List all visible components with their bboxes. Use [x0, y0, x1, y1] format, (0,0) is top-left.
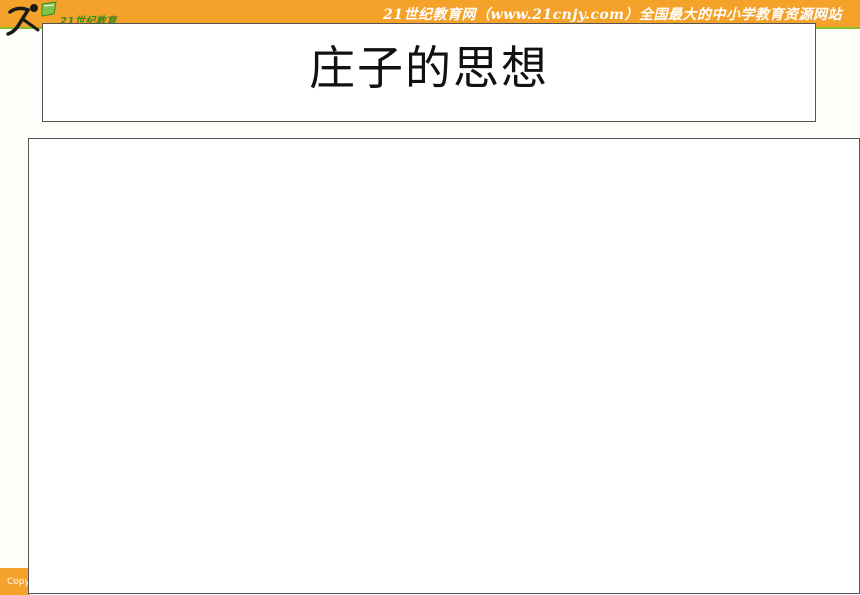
slide-title: 庄子的思想: [309, 41, 549, 95]
footer-copyright: Copyright: [7, 577, 28, 587]
title-placeholder[interactable]: 庄子的思想: [42, 23, 816, 122]
header-slogan: 21世纪教育网（www.21cnjy.com）全国最大的中小学教育资源网站: [383, 7, 842, 23]
content-placeholder[interactable]: [28, 138, 860, 594]
